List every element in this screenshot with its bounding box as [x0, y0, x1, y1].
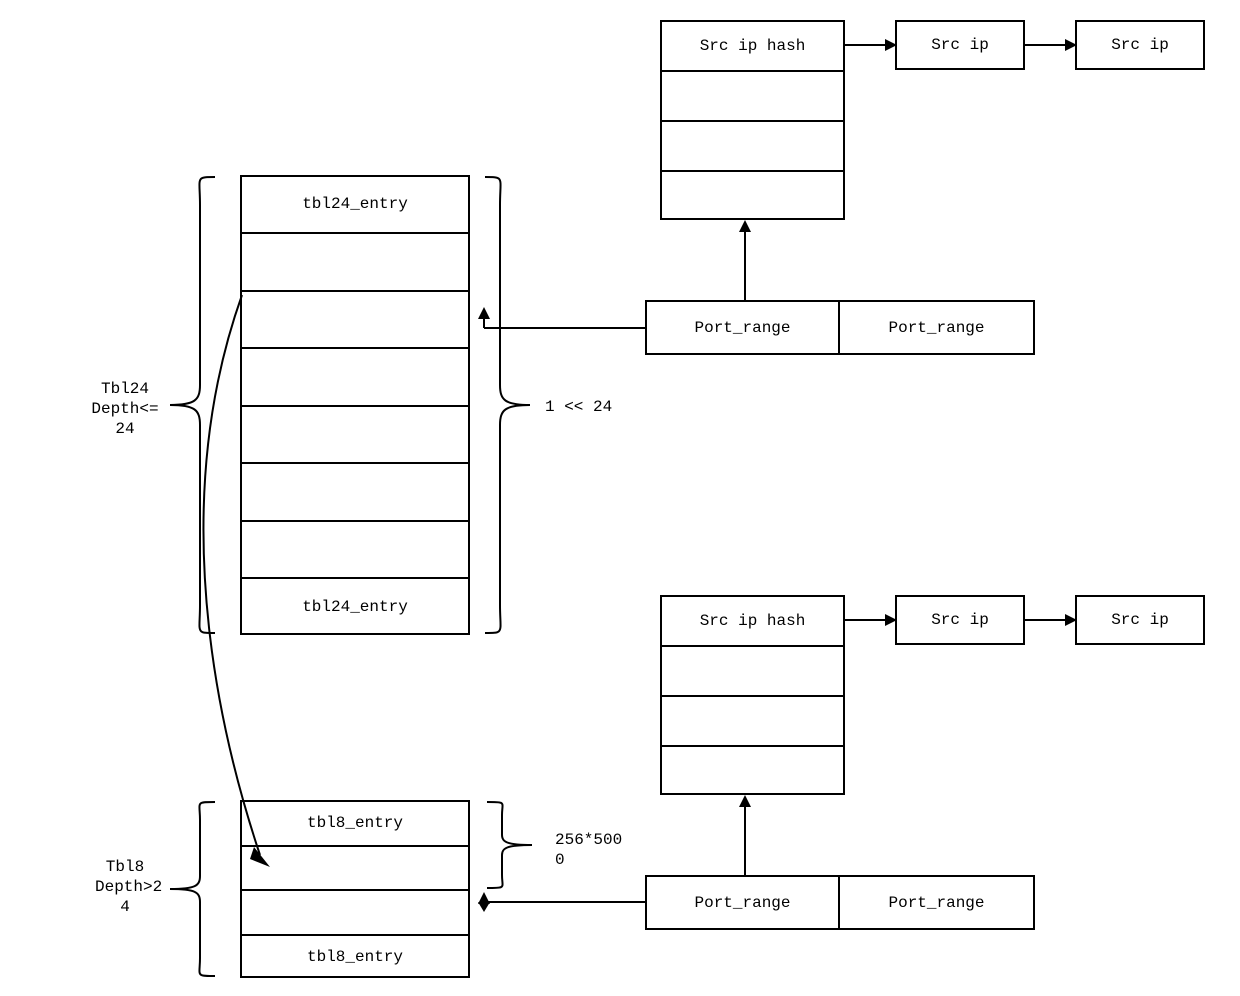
diagram-canvas: Tbl24 Depth<= 24 Tbl8 Depth>2 4 tbl24_en…: [0, 0, 1240, 996]
brace-tbl8-right: [482, 800, 542, 890]
bot-hash-divider: [660, 645, 845, 647]
top-srcip-1-label: Src ip: [931, 36, 989, 54]
tbl24-size-label: 1 << 24: [545, 397, 615, 417]
tbl24-divider: [240, 232, 470, 234]
top-hash-divider: [660, 170, 845, 172]
arrow-tbl8-port: [470, 890, 648, 920]
tbl8-depth-label: Tbl8 Depth>2 4: [95, 857, 155, 917]
arrow-tbl24-port: [470, 305, 648, 335]
top-hash-label: Src ip hash: [660, 36, 845, 56]
tbl24-divider: [240, 290, 470, 292]
tbl24-entry-top: tbl24_entry: [240, 194, 470, 214]
bot-portrange-2-label: Port_range: [888, 894, 984, 912]
bot-hash-label: Src ip hash: [660, 611, 845, 631]
arrow-top-ip1-ip2: [1025, 30, 1077, 60]
top-hash-divider: [660, 70, 845, 72]
brace-tbl24-right: [480, 175, 540, 635]
tbl8-entry-bottom: tbl8_entry: [240, 947, 470, 967]
arrow-bot-port-hash: [730, 795, 760, 877]
tbl8-size-label: 256*500 0: [555, 830, 625, 870]
bot-hash-divider: [660, 695, 845, 697]
top-hash-divider: [660, 120, 845, 122]
tbl8-divider: [240, 934, 470, 936]
bot-srcip-2-label: Src ip: [1111, 611, 1169, 629]
tbl8-divider: [240, 889, 470, 891]
top-srcip-2: Src ip: [1075, 20, 1205, 70]
bot-portrange-2: Port_range: [840, 875, 1035, 930]
bot-portrange-1: Port_range: [645, 875, 840, 930]
top-srcip-1: Src ip: [895, 20, 1025, 70]
bot-hash-divider: [660, 745, 845, 747]
arrow-bot-ip1-ip2: [1025, 605, 1077, 635]
top-portrange-1: Port_range: [645, 300, 840, 355]
top-srcip-2-label: Src ip: [1111, 36, 1169, 54]
bot-srcip-1: Src ip: [895, 595, 1025, 645]
bot-srcip-2: Src ip: [1075, 595, 1205, 645]
bot-portrange-1-label: Port_range: [694, 894, 790, 912]
arrow-bot-hash-ip1: [845, 605, 897, 635]
arrow-tbl24-tbl8: [200, 295, 320, 885]
top-portrange-2-label: Port_range: [888, 319, 984, 337]
arrow-top-port-hash: [730, 220, 760, 302]
arrow-top-hash-ip1: [845, 30, 897, 60]
bot-srcip-1-label: Src ip: [931, 611, 989, 629]
tbl24-depth-label: Tbl24 Depth<= 24: [90, 379, 160, 439]
top-portrange-1-label: Port_range: [694, 319, 790, 337]
top-portrange-2: Port_range: [840, 300, 1035, 355]
